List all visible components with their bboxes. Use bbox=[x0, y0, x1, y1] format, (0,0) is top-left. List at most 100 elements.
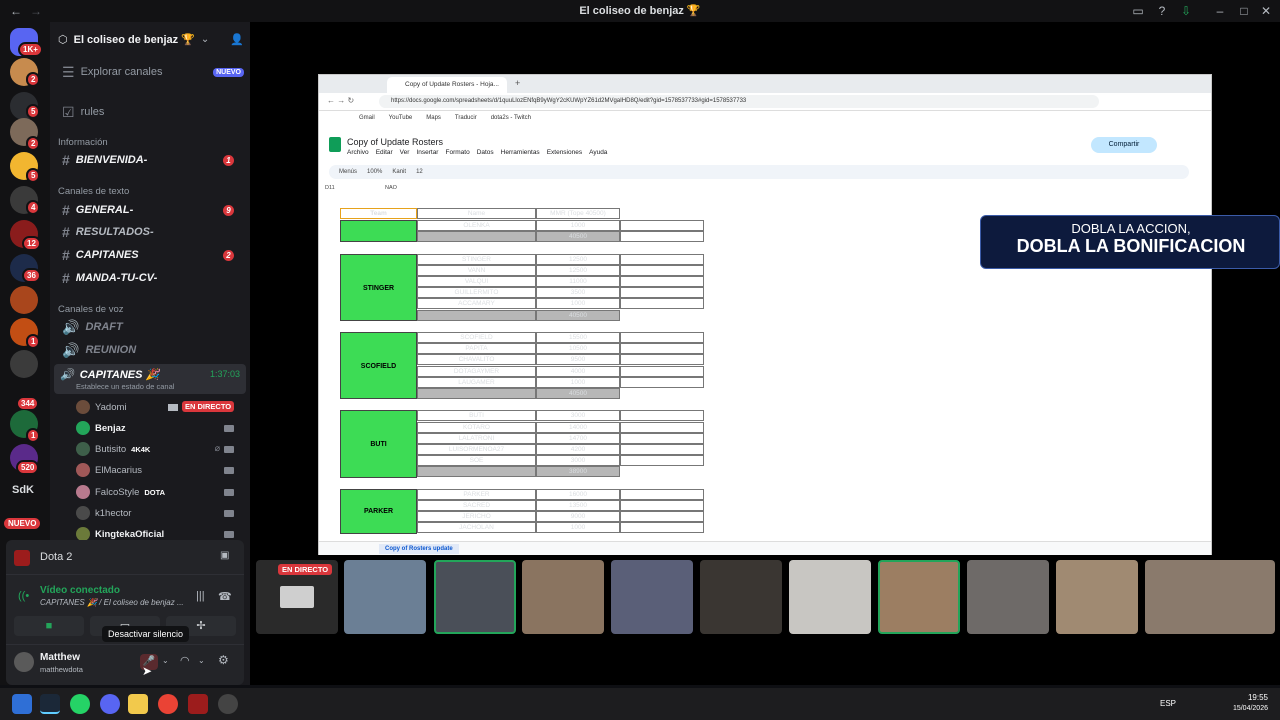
voice-user[interactable]: ElMacarius bbox=[76, 461, 244, 479]
mmr-cell[interactable]: 1000 bbox=[536, 522, 620, 534]
team-cell[interactable]: SCOFIELD bbox=[340, 332, 417, 400]
share-button[interactable]: Compartir bbox=[1091, 137, 1157, 153]
menu-item[interactable]: Extensiones bbox=[547, 149, 582, 156]
mmr-cell[interactable]: 10500 bbox=[536, 343, 620, 355]
empty-cell[interactable] bbox=[620, 455, 704, 467]
team-cell[interactable]: PARKER bbox=[340, 488, 417, 534]
soundboard-icon[interactable]: ||| bbox=[196, 590, 205, 602]
bookmark[interactable]: dota2s - Twitch bbox=[491, 111, 531, 125]
participant-video[interactable] bbox=[700, 560, 782, 634]
team-cell[interactable] bbox=[340, 220, 417, 243]
bookmark[interactable]: Maps bbox=[426, 111, 441, 125]
mmr-cell[interactable]: 1000 bbox=[536, 220, 620, 231]
mmr-cell[interactable]: 13500 bbox=[536, 500, 620, 511]
participant-video[interactable] bbox=[878, 560, 960, 634]
header-mmr[interactable]: MMR (Tope 40500) bbox=[536, 208, 620, 219]
zoom-select[interactable]: 100% bbox=[367, 165, 382, 179]
app-icon[interactable] bbox=[218, 694, 238, 714]
name-cell[interactable]: LALATRONI bbox=[417, 432, 536, 444]
channel-resultados[interactable]: # RESULTADOS- bbox=[58, 222, 244, 242]
steam-icon[interactable] bbox=[40, 694, 60, 714]
chrome-icon[interactable] bbox=[158, 694, 178, 714]
nav-icons[interactable]: ← → ↻ bbox=[327, 96, 354, 105]
invite-icon[interactable]: 👤 bbox=[230, 33, 244, 46]
stream-tile[interactable]: EN DIRECTO bbox=[256, 560, 338, 634]
cell-ref[interactable]: D11 bbox=[325, 185, 335, 191]
team-cell[interactable]: BUTI bbox=[340, 410, 417, 478]
discord-icon[interactable] bbox=[100, 694, 120, 714]
mmr-cell[interactable]: 9500 bbox=[536, 354, 620, 366]
name-cell[interactable]: SCOFIELD bbox=[417, 332, 536, 343]
total-label-cell[interactable] bbox=[417, 309, 536, 321]
mmr-cell[interactable]: 4200 bbox=[536, 444, 620, 455]
voice-channel-reunion[interactable]: 🔊 REUNION bbox=[58, 340, 244, 360]
total-cell[interactable]: 40500 bbox=[536, 309, 620, 321]
empty-cell[interactable] bbox=[620, 276, 704, 287]
name-cell[interactable]: CHAVALITO bbox=[417, 354, 536, 366]
name-cell[interactable]: VALQUI bbox=[417, 276, 536, 287]
name-cell[interactable]: KOTARO bbox=[417, 421, 536, 433]
name-cell[interactable] bbox=[417, 231, 536, 243]
header-team[interactable]: Team bbox=[340, 208, 417, 219]
total-cell[interactable]: 40500 bbox=[536, 388, 620, 399]
server-icon[interactable] bbox=[10, 350, 38, 378]
server-header[interactable]: ⬡ El coliseo de benjaz 🏆 ⌄ 👤 bbox=[58, 30, 244, 48]
url-input[interactable]: https://docs.google.com/spreadsheets/d/1… bbox=[379, 95, 1099, 108]
name-cell[interactable]: STINGER bbox=[417, 253, 536, 265]
menu-item[interactable]: Ayuda bbox=[589, 149, 607, 156]
mmr-cell[interactable]: 1000 bbox=[536, 298, 620, 310]
channel-bienvenida[interactable]: # BIENVENIDA- 1 bbox=[58, 150, 244, 170]
voice-user[interactable]: k1hector bbox=[76, 504, 244, 522]
empty-cell[interactable] bbox=[620, 500, 704, 511]
name-cell[interactable]: PARKER bbox=[417, 488, 536, 500]
voice-channel-draft[interactable]: 🔊 DRAFT bbox=[58, 317, 244, 337]
empty-cell[interactable] bbox=[620, 511, 704, 523]
empty-cell[interactable] bbox=[620, 231, 704, 243]
participant-video[interactable] bbox=[522, 560, 604, 634]
menu-item[interactable]: Ver bbox=[400, 149, 410, 156]
empty-cell[interactable] bbox=[620, 421, 704, 433]
name-cell[interactable]: LAUGAMER bbox=[417, 376, 536, 388]
server-sdk[interactable]: SdK bbox=[12, 484, 34, 496]
total-label-cell[interactable] bbox=[417, 388, 536, 399]
explore-channels[interactable]: ☰ Explorar canales NUEVO bbox=[58, 62, 244, 82]
user-avatar[interactable] bbox=[14, 652, 34, 672]
close-icon[interactable]: ✕ bbox=[1258, 3, 1274, 19]
mmr-cell[interactable]: 40500 bbox=[536, 231, 620, 243]
browser-tab[interactable]: Copy of Update Rosters - Hoja... bbox=[387, 77, 507, 93]
name-cell[interactable]: ACCAMARY bbox=[417, 298, 536, 310]
channel-general[interactable]: # GENERAL- 9 bbox=[58, 200, 244, 220]
header-name[interactable]: Name bbox=[417, 208, 536, 219]
empty-cell[interactable] bbox=[620, 410, 704, 422]
language-indicator[interactable]: ESP bbox=[1160, 699, 1176, 708]
gear-icon[interactable]: ⚙ bbox=[218, 653, 229, 667]
empty-cell[interactable] bbox=[620, 354, 704, 366]
channel-capitanes-text[interactable]: # CAPITANES 2 bbox=[58, 245, 244, 265]
name-cell[interactable]: OLENKA bbox=[417, 220, 536, 231]
bookmark[interactable]: YouTube bbox=[389, 111, 413, 125]
bookmark[interactable]: Traducir bbox=[455, 111, 477, 125]
mmr-cell[interactable]: 11000 bbox=[536, 276, 620, 287]
menu-item[interactable]: Archivo bbox=[347, 149, 369, 156]
empty-cell[interactable] bbox=[620, 264, 704, 276]
empty-cell[interactable] bbox=[620, 220, 704, 231]
menu-item[interactable]: Editar bbox=[376, 149, 393, 156]
empty-cell[interactable] bbox=[620, 343, 704, 355]
whatsapp-icon[interactable] bbox=[70, 694, 90, 714]
name-cell[interactable]: BUTI bbox=[417, 410, 536, 422]
activity-share-icon[interactable]: ▣ bbox=[220, 550, 229, 561]
name-cell[interactable]: VANN bbox=[417, 264, 536, 276]
new-tab-icon[interactable]: + bbox=[515, 78, 520, 88]
mmr-cell[interactable]: 15500 bbox=[536, 332, 620, 343]
mmr-cell[interactable]: 14700 bbox=[536, 432, 620, 444]
name-cell[interactable]: SOE bbox=[417, 455, 536, 467]
participant-video[interactable] bbox=[434, 560, 516, 634]
mmr-cell[interactable]: 14000 bbox=[536, 421, 620, 433]
chevron-down-icon[interactable]: ⌄ bbox=[198, 656, 205, 665]
mmr-cell[interactable]: 12500 bbox=[536, 253, 620, 265]
minimize-icon[interactable]: – bbox=[1212, 3, 1228, 19]
name-cell[interactable]: PAPITA bbox=[417, 343, 536, 355]
empty-cell[interactable] bbox=[620, 444, 704, 455]
participant-video[interactable] bbox=[611, 560, 693, 634]
voice-user[interactable]: Yadomi EN DIRECTO bbox=[76, 398, 244, 416]
